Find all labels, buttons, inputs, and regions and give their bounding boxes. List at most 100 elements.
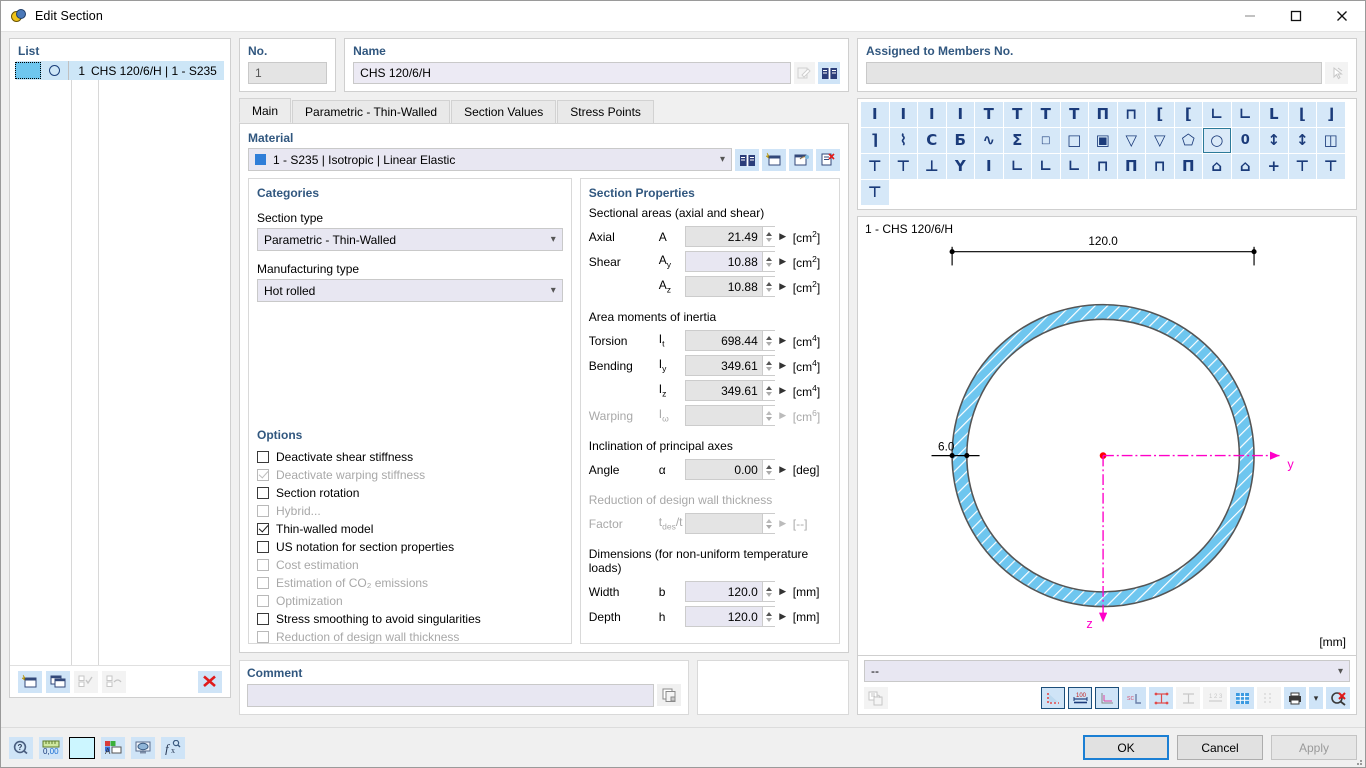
checkbox-icon[interactable] xyxy=(257,523,269,535)
shape-circle-hollow-thick[interactable]: ⬠ xyxy=(1174,128,1202,153)
delete-material-button[interactable] xyxy=(816,148,840,171)
shape-C-section-bent[interactable]: Б xyxy=(946,128,974,153)
section-shape-grid[interactable]: I I I I T T T T Π ⊓ [ [ ∟ ∟ L ⌊ ⌋ ⌉ ⌇ C … xyxy=(861,102,1353,206)
option-deactivate-shear-stiffness[interactable]: Deactivate shear stiffness xyxy=(257,448,563,466)
spinner-icon[interactable] xyxy=(762,355,775,376)
edit-material-button[interactable] xyxy=(789,148,813,171)
shape-I-beam-3[interactable]: I xyxy=(918,102,946,127)
spinner-icon[interactable] xyxy=(762,251,775,272)
spinner-icon[interactable] xyxy=(762,330,775,351)
shape-double-web-4[interactable]: Π xyxy=(1174,154,1202,179)
help-button[interactable]: ? xyxy=(9,736,33,759)
shape-I-beam-1[interactable]: I xyxy=(861,102,889,127)
section-list[interactable]: 1 CHS 120/6/H | 1 - S235 xyxy=(10,61,230,665)
shape-I-beam-4[interactable]: I xyxy=(946,102,974,127)
material-library-button[interactable] xyxy=(735,148,759,171)
shape-z-section-1[interactable]: ⌇ xyxy=(889,128,917,153)
shape-cross-section[interactable]: + xyxy=(1260,154,1288,179)
spinner-icon[interactable] xyxy=(762,380,775,401)
shape-angle-1[interactable]: ∟ xyxy=(1231,102,1259,127)
spinner-icon[interactable] xyxy=(762,459,775,480)
tab-stress-points[interactable]: Stress Points xyxy=(557,100,654,123)
expand-arrow-icon[interactable]: ▶ xyxy=(775,256,791,267)
shape-double-chamber[interactable]: ◫ xyxy=(1317,128,1345,153)
tab-main[interactable]: Main xyxy=(239,98,292,123)
expand-arrow-icon[interactable]: ▶ xyxy=(775,611,791,622)
new-material-button[interactable] xyxy=(762,148,786,171)
section-preview[interactable]: 1 - CHS 120/6/H 120.0 6.0 y z [mm] xyxy=(857,216,1357,656)
checkbox-icon[interactable] xyxy=(257,613,269,625)
shape-rect-hollow-1[interactable]: □ xyxy=(1060,128,1088,153)
shape-I-var-1[interactable]: ↕ xyxy=(1260,128,1288,153)
maximize-icon[interactable] xyxy=(1273,1,1319,31)
checkbox-icon[interactable] xyxy=(257,541,269,553)
expand-arrow-icon[interactable]: ▶ xyxy=(775,586,791,597)
show-axes-button[interactable] xyxy=(1095,687,1119,709)
shape-I-stiffened[interactable]: I xyxy=(975,154,1003,179)
shape-C-section-1[interactable]: C xyxy=(918,128,946,153)
shape-angle-5[interactable]: ⌉ xyxy=(861,128,889,153)
shape-hat-section[interactable]: ∿ xyxy=(975,128,1003,153)
option-thin-walled-model[interactable]: Thin-walled model xyxy=(257,520,563,538)
show-dimensions-button[interactable]: 100 xyxy=(1068,687,1092,709)
shape-double-web-2[interactable]: Π xyxy=(1117,154,1145,179)
shape-round-bar[interactable]: 0 xyxy=(1231,128,1259,153)
shape-double-web-1[interactable]: ⊓ xyxy=(1089,154,1117,179)
print-dropdown-button[interactable]: ▾ xyxy=(1309,687,1323,709)
new-section-button[interactable] xyxy=(18,670,42,693)
copy-comment-button[interactable] xyxy=(657,684,681,706)
property-value-input[interactable]: 349.61 xyxy=(684,355,763,376)
shape-T-inverted-3[interactable]: ⊤ xyxy=(861,180,889,205)
spinner-icon[interactable] xyxy=(762,226,775,247)
property-value-input[interactable]: 21.49 xyxy=(684,226,763,247)
units-button[interactable]: 0,00 xyxy=(39,736,63,759)
shape-Z-bent-2[interactable]: ∟ xyxy=(1060,154,1088,179)
tab-parametric-thin-walled[interactable]: Parametric - Thin-Walled xyxy=(292,100,451,123)
close-icon[interactable] xyxy=(1319,1,1365,31)
checkbox-icon[interactable] xyxy=(257,487,269,499)
expand-arrow-icon[interactable]: ▶ xyxy=(775,335,791,346)
shape-I-beam-2[interactable]: I xyxy=(889,102,917,127)
shape-channel-3[interactable]: ∟ xyxy=(1203,102,1231,127)
property-value-input[interactable]: 698.44 xyxy=(684,330,763,351)
expand-arrow-icon[interactable]: ▶ xyxy=(775,281,791,292)
property-value-input[interactable]: 120.0 xyxy=(684,606,763,627)
comment-input[interactable] xyxy=(247,684,654,707)
show-stress-points-button[interactable] xyxy=(1149,687,1173,709)
shape-bullet-section[interactable]: ⌂ xyxy=(1203,154,1231,179)
expand-arrow-icon[interactable]: ▶ xyxy=(775,385,791,396)
section-library-button[interactable] xyxy=(818,62,840,84)
property-value-input[interactable]: 0.00 xyxy=(684,459,763,480)
shape-double-I-1[interactable]: ⊓ xyxy=(1117,102,1145,127)
shape-channel-1[interactable]: [ xyxy=(1146,102,1174,127)
manufacturing-type-select[interactable]: Hot rolled ▾ xyxy=(257,279,563,302)
shape-angle-2[interactable]: L xyxy=(1260,102,1288,127)
shape-I-cut-1[interactable]: ⊤ xyxy=(861,154,889,179)
shape-trapezoid-2[interactable]: ▽ xyxy=(1146,128,1174,153)
number-input[interactable]: 1 xyxy=(248,62,328,84)
shape-T-section-1[interactable]: T xyxy=(975,102,1003,127)
shape-T-inverted-1[interactable]: ⊤ xyxy=(1288,154,1316,179)
shape-circular-hollow-section[interactable]: ○ xyxy=(1203,128,1231,153)
shape-channel-2[interactable]: [ xyxy=(1174,102,1202,127)
material-select[interactable]: 1 - S235 | Isotropic | Linear Elastic ▾ xyxy=(248,148,732,171)
show-grid-button[interactable] xyxy=(1230,687,1254,709)
expand-arrow-icon[interactable]: ▶ xyxy=(775,360,791,371)
delete-section-button[interactable] xyxy=(198,670,222,693)
shape-angle-4[interactable]: ⌋ xyxy=(1317,102,1345,127)
property-value-input[interactable]: 10.88 xyxy=(684,276,763,297)
name-input[interactable]: CHS 120/6/H xyxy=(353,62,791,84)
shape-T-section-4[interactable]: T xyxy=(1060,102,1088,127)
minimize-icon[interactable] xyxy=(1227,1,1273,31)
shape-sigma-section[interactable]: Σ xyxy=(1003,128,1031,153)
print-button[interactable] xyxy=(1284,687,1306,709)
shape-Y-section[interactable]: Y xyxy=(946,154,974,179)
show-section-outline-button[interactable] xyxy=(1041,687,1065,709)
formula-button[interactable]: fx xyxy=(161,736,185,759)
spinner-icon[interactable] xyxy=(762,606,775,627)
shape-square-hollow-small[interactable]: □ xyxy=(1032,128,1060,153)
shape-T-section-3[interactable]: T xyxy=(1032,102,1060,127)
section-type-select[interactable]: Parametric - Thin-Walled ▾ xyxy=(257,228,563,251)
shape-arrow-section[interactable]: ⌂ xyxy=(1231,154,1259,179)
shape-C-bent-1[interactable]: ∟ xyxy=(1003,154,1031,179)
